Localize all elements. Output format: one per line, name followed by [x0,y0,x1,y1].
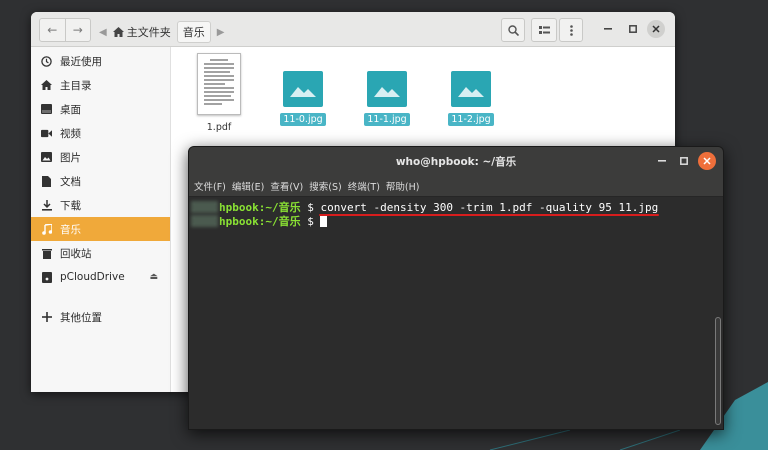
search-button[interactable] [501,18,525,42]
prompt-path: hpbook:~/音乐 [219,215,301,228]
text-cursor [320,215,328,227]
kebab-menu-icon [569,24,573,36]
menu-terminal[interactable]: 终端(T) [348,179,380,193]
drive-icon [41,271,52,283]
sidebar-item-pictures[interactable]: 图片 [31,145,170,169]
search-icon [507,24,519,36]
desktop-icon [41,104,52,115]
image-file-icon [367,71,407,107]
breadcrumb-next-icon[interactable]: ▶ [217,27,225,38]
file-item[interactable]: 11-1.jpg [352,53,422,126]
sidebar-item-desktop[interactable]: 桌面 [31,97,170,121]
sidebar-item-label: 桌面 [60,103,81,116]
minimize-button[interactable] [599,20,617,38]
file-name: 1.pdf [206,122,232,133]
redacted-username [191,201,218,213]
document-icon [41,175,52,187]
sidebar-item-label: 主目录 [60,79,92,92]
sidebar-item-videos[interactable]: 视频 [31,121,170,145]
file-item[interactable]: 11-2.jpg [436,53,506,126]
home-icon [112,27,124,37]
close-button[interactable] [647,20,665,38]
video-icon [41,128,52,139]
forward-arrow-icon[interactable]: → [64,19,91,41]
terminal-line: hpbook:~/音乐 $ [191,214,711,228]
prompt-symbol: $ [307,214,314,228]
close-icon [703,157,711,165]
image-file-icon [283,71,323,107]
terminal-titlebar: who@hpbook: ~/音乐 [189,147,723,175]
terminal-title: who@hpbook: ~/音乐 [395,155,517,168]
download-icon [41,199,52,211]
pdf-thumbnail [197,53,241,115]
sidebar-item-label: 图片 [60,151,81,164]
terminal-scrollbar[interactable] [715,317,721,425]
plus-icon [41,312,52,323]
list-view-icon [538,25,550,34]
trash-icon [41,248,52,259]
sidebar-item-label: pCloudDrive [60,271,125,283]
sidebar-item-label: 视频 [60,127,81,140]
breadcrumb-prev-icon[interactable]: ◀ [99,27,107,38]
breadcrumb: ◀ 主文件夹 音乐 ▶ [99,21,224,43]
breadcrumb-home[interactable]: 主文件夹 [112,24,171,40]
breadcrumb-current[interactable]: 音乐 [176,21,211,43]
sidebar-item-pclouddrive[interactable]: pCloudDrive ⏏ [31,265,170,289]
minimize-icon [658,160,666,162]
sidebar-item-home[interactable]: 主目录 [31,73,170,97]
close-icon [652,25,660,33]
menu-edit[interactable]: 编辑(E) [232,179,264,193]
terminal-window: who@hpbook: ~/音乐 文件(F) 编辑(E) 查看(V) 搜索(S)… [188,146,724,430]
file-item[interactable]: 11-0.jpg [268,53,338,126]
menu-search[interactable]: 搜索(S) [309,179,341,193]
maximize-icon [680,157,688,165]
redacted-username [191,215,218,227]
music-icon [41,223,52,235]
prompt-symbol: $ [307,200,314,214]
back-arrow-icon[interactable]: ← [40,19,65,41]
red-annotation-underline [319,214,659,216]
terminal-maximize-button[interactable] [675,152,693,170]
breadcrumb-home-label: 主文件夹 [126,26,171,39]
file-name: 11-2.jpg [448,113,494,126]
terminal-close-button[interactable] [698,152,716,170]
file-item[interactable]: 1.pdf [184,53,254,134]
maximize-icon [629,25,637,33]
sidebar-item-label: 回收站 [60,247,92,260]
menu-help[interactable]: 帮助(H) [386,179,420,193]
sidebar-item-label: 其他位置 [60,311,102,324]
terminal-minimize-button[interactable] [653,152,671,170]
history-nav-group: ← → [39,18,91,42]
minimize-icon [604,28,612,30]
file-name: 11-0.jpg [280,113,326,126]
sidebar-item-downloads[interactable]: 下载 [31,193,170,217]
image-file-icon [451,71,491,107]
sidebar-item-other-locations[interactable]: 其他位置 [31,305,170,329]
menu-view[interactable]: 查看(V) [270,179,303,193]
picture-icon [41,152,52,163]
menu-file[interactable]: 文件(F) [194,179,226,193]
terminal-output[interactable]: hpbook:~/音乐 $ convert -density 300 -trim… [189,197,711,429]
sidebar-item-documents[interactable]: 文档 [31,169,170,193]
file-manager-headerbar: ← → ◀ 主文件夹 音乐 ▶ [31,12,675,47]
sidebar-item-label: 最近使用 [60,55,102,68]
command-text: convert -density 300 -trim 1.pdf -qualit… [320,200,659,214]
sidebar-item-recent[interactable]: 最近使用 [31,49,170,73]
places-sidebar: 最近使用 主目录 桌面 视频 图片 文档 下载 音乐 回收站 pCloudDri… [31,47,171,392]
terminal-menubar: 文件(F) 编辑(E) 查看(V) 搜索(S) 终端(T) 帮助(H) [189,175,723,197]
sidebar-item-label: 文档 [60,175,81,188]
sidebar-item-trash[interactable]: 回收站 [31,241,170,265]
file-name: 11-1.jpg [364,113,410,126]
sidebar-item-label: 下载 [60,199,81,212]
clock-icon [41,55,52,67]
sidebar-item-music[interactable]: 音乐 [31,217,170,241]
view-options-button[interactable] [531,18,557,42]
eject-icon[interactable]: ⏏ [149,272,158,282]
maximize-button[interactable] [624,20,642,38]
menu-button[interactable] [559,18,583,42]
sidebar-item-label: 音乐 [60,223,81,236]
terminal-line: hpbook:~/音乐 $ convert -density 300 -trim… [191,200,711,214]
home-icon [41,80,52,91]
